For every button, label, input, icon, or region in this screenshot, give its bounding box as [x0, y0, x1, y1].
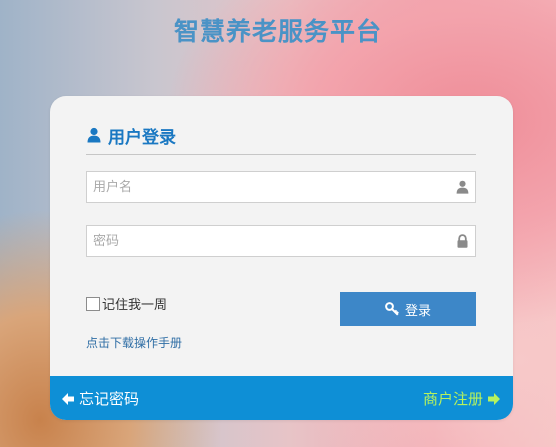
- username-field: [86, 171, 476, 203]
- forgot-password-label: 忘记密码: [79, 390, 140, 408]
- key-icon: [385, 302, 399, 316]
- platform-title: 智慧养老服务平台: [173, 17, 382, 46]
- remember-me[interactable]: 记住我一周: [86, 294, 167, 313]
- login-button-label: 登录: [404, 303, 431, 319]
- lock-icon: [457, 234, 468, 248]
- username-input[interactable]: [87, 172, 453, 202]
- password-field: [86, 225, 476, 257]
- arrow-left-icon: [62, 392, 74, 405]
- user-icon: [456, 180, 469, 194]
- login-page: 智慧养老服务平台 用户登录 记住我一周: [0, 0, 556, 447]
- merchant-register-label: 商户注册: [422, 390, 483, 408]
- login-button[interactable]: 登录: [340, 292, 476, 326]
- merchant-register-link[interactable]: 商户注册: [423, 388, 501, 409]
- forgot-password-link[interactable]: 忘记密码: [61, 388, 139, 409]
- user-icon: [87, 127, 101, 143]
- manual-download-link[interactable]: 点击下载操作手册: [86, 334, 182, 351]
- title-divider: [86, 154, 476, 155]
- bottom-bar: 忘记密码 商户注册: [50, 376, 513, 420]
- login-title: 用户登录: [108, 127, 176, 148]
- password-input[interactable]: [87, 226, 453, 256]
- login-heading: 用户登录: [86, 122, 176, 148]
- remember-label: 记住我一周: [102, 298, 168, 313]
- arrow-right-icon: [488, 392, 500, 405]
- remember-checkbox[interactable]: [86, 296, 100, 311]
- login-card: 用户登录 记住我一周 登录: [50, 96, 513, 420]
